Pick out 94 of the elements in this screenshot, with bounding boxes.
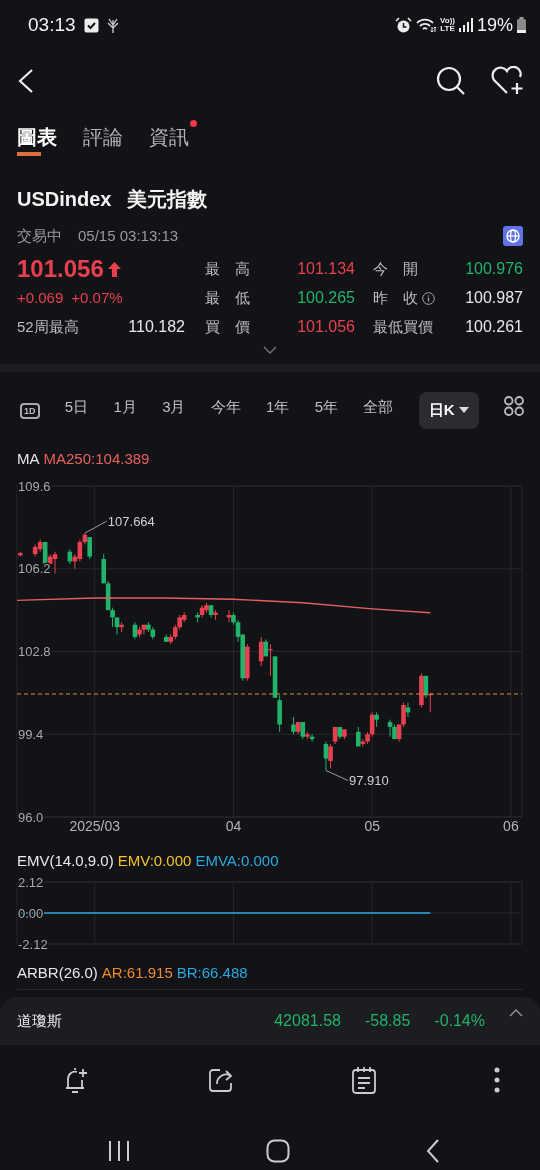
chevron-up-icon xyxy=(509,1009,523,1017)
price-change: +0.069 xyxy=(17,288,64,308)
alarm-icon xyxy=(395,16,412,34)
symbol-name: USDindex xyxy=(17,187,112,212)
search-button[interactable] xyxy=(436,66,466,96)
stat-label: 最低買價 xyxy=(373,317,433,337)
axis-label: 106.2 xyxy=(18,561,51,577)
stat-label: 昨 收 xyxy=(373,288,418,308)
battery-percent: 19% xyxy=(476,13,513,37)
volte-label: Vo)) xyxy=(440,17,455,25)
system-back-button[interactable] xyxy=(426,1139,440,1163)
back-icon xyxy=(426,1139,440,1163)
axis-label: 102.8 xyxy=(18,644,51,659)
caret-down-icon xyxy=(458,407,469,414)
tab[interactable]: 資訊 xyxy=(149,122,189,156)
indicator-name: ARBR(26.0) xyxy=(17,963,98,983)
recents-button[interactable] xyxy=(108,1140,130,1162)
favorite-button[interactable] xyxy=(490,66,524,96)
axis-label: 04 xyxy=(225,818,242,834)
period-tab[interactable]: 5日 xyxy=(64,396,89,419)
indicator-value: EMV:0.000 xyxy=(117,851,192,871)
stat-label: 買 價 xyxy=(205,317,250,337)
search-icon xyxy=(436,66,466,96)
share-button[interactable] xyxy=(208,1067,234,1093)
ticker-bar[interactable]: 道瓊斯 42081.58 -58.85 -0.14% xyxy=(0,997,540,1045)
ticker-percent: -0.14% xyxy=(434,1011,485,1031)
percent-change: +0.07% xyxy=(71,288,123,308)
clock-time: 03:13 xyxy=(28,12,76,37)
last-price: 101.056 xyxy=(17,256,104,282)
stat-value: 100.265 xyxy=(296,288,355,308)
ticker-change: -58.85 xyxy=(364,1011,411,1031)
ticker-name: 道瓊斯 xyxy=(17,1010,62,1031)
checkbox-icon xyxy=(83,17,99,33)
axis-label: 2025/03 xyxy=(69,818,120,834)
home-button[interactable] xyxy=(266,1139,290,1163)
price-annotation: 107.664 xyxy=(107,513,155,529)
up-arrow-icon xyxy=(107,261,121,277)
period-tab[interactable]: 1年 xyxy=(266,396,290,419)
indicator-value: MA250:104.389 xyxy=(43,449,150,469)
collapse-button[interactable] xyxy=(509,1009,523,1017)
axis-label: 109.6 xyxy=(18,478,51,494)
indicator-name: MA xyxy=(17,449,40,469)
instrument-name: 美元指數 xyxy=(127,187,208,212)
notes-button[interactable] xyxy=(352,1066,376,1094)
tab[interactable]: 評論 xyxy=(83,122,123,156)
home-icon xyxy=(266,1139,290,1163)
period-tab[interactable]: 5年 xyxy=(314,396,339,419)
chevron-down-icon xyxy=(263,346,277,354)
quote-time: 05/15 03:13:13 xyxy=(78,225,179,246)
trading-status: 交易中 xyxy=(17,225,62,246)
axis-label: -2.12 xyxy=(18,936,48,952)
indicator-name: EMV(14.0,9.0) xyxy=(17,851,114,871)
leader-line xyxy=(325,770,349,781)
ticker-price: 42081.58 xyxy=(274,1011,341,1031)
antenna-icon xyxy=(106,17,119,33)
heart-plus-icon xyxy=(490,66,524,96)
stat-value: 110.182 xyxy=(128,317,185,337)
wifi-icon xyxy=(416,17,436,33)
stat-label: 52周最高 xyxy=(17,317,79,337)
period-dropdown[interactable]: 日K xyxy=(418,392,479,429)
price-annotation: 97.910 xyxy=(348,773,389,788)
layout-button[interactable] xyxy=(503,396,524,416)
stat-value: 101.056 xyxy=(296,317,355,337)
more-button[interactable] xyxy=(494,1067,500,1093)
globe-icon[interactable] xyxy=(503,226,523,246)
stat-label: 最 高 xyxy=(205,259,250,279)
axis-label: 05 xyxy=(364,818,380,834)
stat-value: 100.987 xyxy=(464,288,523,308)
more-icon xyxy=(494,1067,500,1093)
axis-label: 06 xyxy=(503,818,519,834)
axis-label: 99.4 xyxy=(18,726,44,742)
indicator-value: EMVA:0.000 xyxy=(195,851,279,871)
share-icon xyxy=(208,1067,234,1093)
period-tab[interactable]: 今年 xyxy=(210,396,241,419)
leader-line xyxy=(84,520,108,534)
period-tab[interactable]: 全部 xyxy=(363,396,394,419)
period-tab[interactable]: 3月 xyxy=(162,396,186,419)
indicator-value: BR:66.488 xyxy=(176,963,248,983)
stat-value: 101.134 xyxy=(296,259,355,279)
period-tab[interactable]: 1月 xyxy=(113,396,137,419)
stat-value: 100.976 xyxy=(464,259,523,279)
grid-icon xyxy=(503,396,524,416)
stat-value: 100.261 xyxy=(464,317,523,337)
axis-label: 2.12 xyxy=(18,874,44,890)
stat-label: 最 低 xyxy=(205,288,250,308)
signal-icon xyxy=(458,18,473,32)
indicator-value: AR:61.915 xyxy=(101,963,173,983)
stat-label: 今 開 xyxy=(373,259,418,279)
axis-label: 96.0 xyxy=(18,809,44,825)
battery-icon xyxy=(517,17,526,33)
recents-icon xyxy=(108,1140,130,1162)
candlestick xyxy=(18,551,23,558)
notepad-icon xyxy=(352,1066,376,1094)
lte-label: LTE xyxy=(440,25,455,33)
